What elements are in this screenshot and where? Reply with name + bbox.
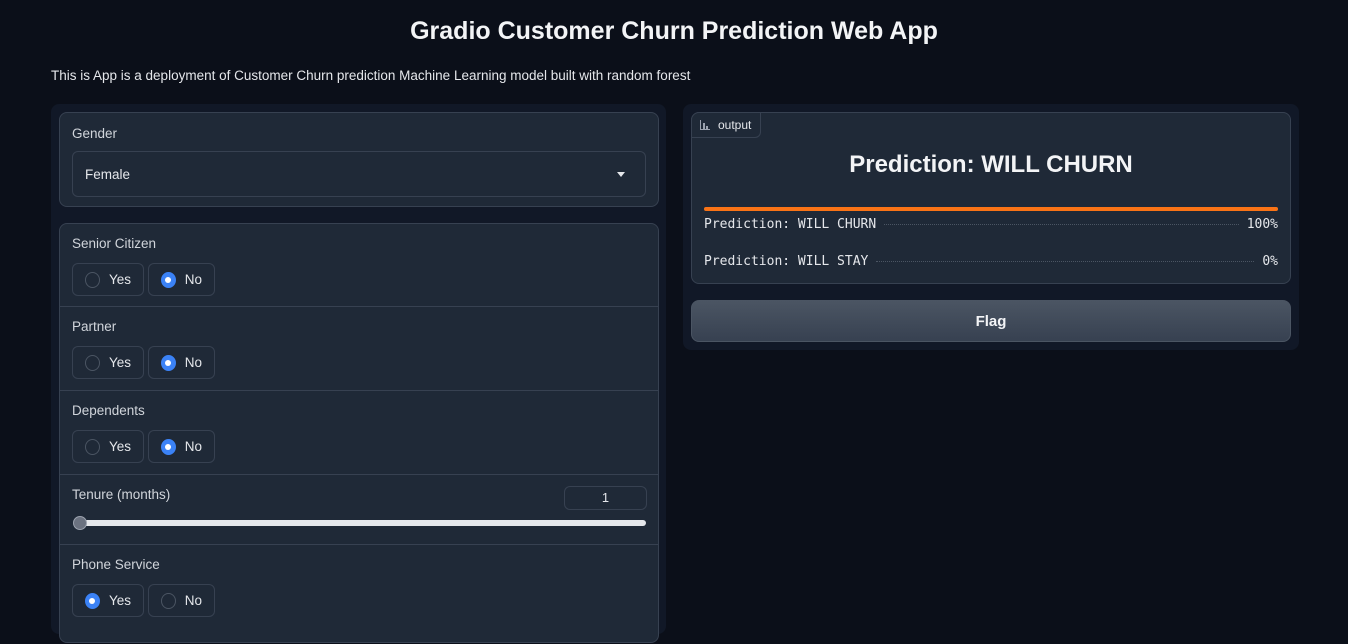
slider-thumb[interactable]	[73, 516, 87, 530]
gender-label: Gender	[72, 126, 118, 141]
option-label: No	[184, 593, 202, 608]
form-block: Senior Citizen Yes No Partner Yes No Dep…	[59, 223, 659, 643]
chevron-down-icon	[617, 171, 625, 177]
partner-no-option[interactable]: No	[148, 346, 215, 379]
dependents-no-option[interactable]: No	[148, 430, 215, 463]
radio-unselected-icon	[85, 438, 100, 455]
confidence-row: Prediction: WILL STAY 0%	[704, 254, 1278, 269]
dependents-radio-group: Yes No	[72, 430, 215, 463]
phone-service-no-option[interactable]: No	[148, 584, 215, 617]
option-label: Yes	[108, 593, 131, 608]
gender-value: Female	[85, 166, 131, 182]
output-tag: output	[691, 112, 762, 138]
option-label: No	[184, 272, 202, 287]
partner-section: Partner Yes No	[60, 307, 658, 391]
phone-service-label: Phone Service	[72, 557, 160, 572]
option-label: Yes	[108, 439, 131, 454]
output-label-component: output Prediction: WILL CHURN Prediction…	[691, 112, 1291, 284]
confidence-row: Prediction: WILL CHURN 100%	[704, 217, 1278, 232]
senior-citizen-no-option[interactable]: No	[148, 263, 215, 296]
dotted-leader	[884, 224, 1239, 225]
prediction-headline: Prediction: WILL CHURN	[849, 151, 1133, 178]
radio-selected-icon	[161, 354, 176, 371]
output-panel: output Prediction: WILL CHURN Prediction…	[683, 104, 1299, 350]
dotted-leader	[876, 261, 1255, 262]
partner-label: Partner	[72, 319, 117, 334]
senior-citizen-yes-option[interactable]: Yes	[72, 263, 144, 296]
radio-selected-icon	[161, 271, 176, 288]
option-label: No	[184, 355, 202, 370]
tenure-section: Tenure (months) 1	[60, 475, 658, 545]
phone-service-yes-option[interactable]: Yes	[72, 584, 144, 617]
phone-service-radio-group: Yes No	[72, 584, 215, 617]
label-chart-icon	[700, 120, 710, 130]
tenure-slider[interactable]	[73, 516, 646, 530]
radio-selected-icon	[161, 438, 176, 455]
dependents-section: Dependents Yes No	[60, 391, 658, 475]
confidence-label: Prediction: WILL STAY	[704, 254, 869, 269]
gender-block: Gender Female	[59, 112, 659, 207]
tenure-number-input[interactable]: 1	[564, 486, 647, 510]
confidence-value: 0%	[1262, 254, 1278, 269]
inputs-panel: Gender Female Senior Citizen Yes No Part…	[51, 104, 666, 643]
confidence-value: 100%	[1246, 217, 1278, 232]
partner-yes-option[interactable]: Yes	[72, 346, 144, 379]
app-description: This is App is a deployment of Customer …	[51, 68, 691, 83]
gender-dropdown[interactable]: Female	[72, 151, 646, 197]
dependents-label: Dependents	[72, 403, 145, 418]
senior-citizen-section: Senior Citizen Yes No	[60, 224, 658, 307]
output-tag-label: output	[718, 118, 752, 132]
radio-unselected-icon	[85, 271, 100, 288]
app-title: Gradio Customer Churn Prediction Web App	[410, 17, 938, 45]
confidence-label: Prediction: WILL CHURN	[704, 217, 877, 232]
option-label: Yes	[108, 272, 131, 287]
radio-unselected-icon	[85, 354, 100, 371]
senior-citizen-radio-group: Yes No	[72, 263, 215, 296]
confidence-bar	[704, 207, 1278, 211]
option-label: No	[184, 439, 202, 454]
radio-selected-icon	[85, 592, 100, 609]
option-label: Yes	[108, 355, 131, 370]
radio-unselected-icon	[161, 592, 176, 609]
phone-service-section: Phone Service Yes No	[60, 545, 658, 644]
partner-radio-group: Yes No	[72, 346, 215, 379]
flag-button[interactable]: Flag	[691, 300, 1291, 342]
confidence-bar-fill	[704, 207, 1278, 211]
dependents-yes-option[interactable]: Yes	[72, 430, 144, 463]
tenure-label: Tenure (months)	[72, 487, 171, 502]
senior-citizen-label: Senior Citizen	[72, 236, 157, 251]
